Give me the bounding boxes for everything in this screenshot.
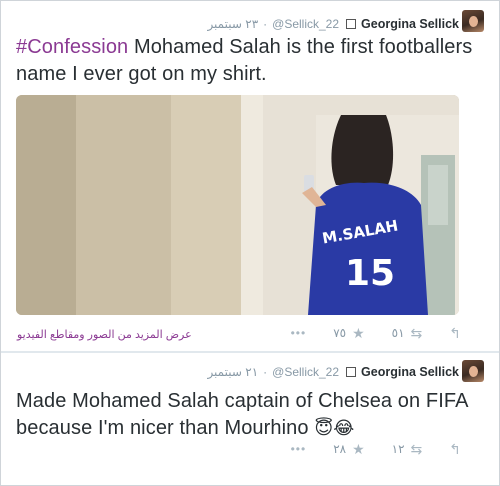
tweet-header: ٢١ سبتمبر · @Sellick_22 Georgina Sellick — [207, 365, 459, 379]
tweet-header: ٢٣ سبتمبر · @Sellick_22 Georgina Sellick — [207, 17, 459, 31]
favorite-count: ٢٨ — [333, 442, 347, 456]
retweet-icon: ⇆ — [410, 325, 423, 341]
favorite-button[interactable]: ٧٥ ★ — [333, 326, 364, 340]
separator-dot: · — [263, 365, 268, 379]
halo-emoji: 😇 — [314, 418, 334, 438]
author-handle[interactable]: @Sellick_22 — [272, 365, 339, 379]
hashtag-link[interactable]: #Confession — [16, 36, 128, 58]
separator-dot: · — [263, 17, 268, 31]
retweet-button[interactable]: ٥١ ⇆ — [392, 326, 423, 340]
reply-icon: ↰ — [449, 325, 461, 341]
more-icon[interactable]: ••• — [291, 326, 307, 340]
tweet-actions: ••• ٧٥ ★ ٥١ ⇆ ↰ — [291, 326, 461, 340]
timeline-frame: ٢٣ سبتمبر · @Sellick_22 Georgina Sellick… — [0, 0, 500, 486]
tweet-text: Made Mohamed Salah captain of Chelsea on… — [16, 388, 475, 442]
reply-button[interactable]: ↰ — [449, 442, 461, 456]
retweet-count: ١٢ — [391, 442, 405, 456]
tweet[interactable]: ٢١ سبتمبر · @Sellick_22 Georgina Sellick… — [1, 353, 499, 485]
author-name[interactable]: Georgina Sellick — [361, 365, 459, 379]
star-icon: ★ — [352, 325, 365, 341]
tweet[interactable]: ٢٣ سبتمبر · @Sellick_22 Georgina Sellick… — [1, 1, 499, 351]
avatar[interactable] — [462, 10, 484, 32]
favorite-button[interactable]: ٢٨ ★ — [333, 442, 364, 456]
avatar[interactable] — [462, 360, 484, 382]
retweet-button[interactable]: ١٢ ⇆ — [392, 442, 423, 456]
author-handle[interactable]: @Sellick_22 — [272, 17, 339, 31]
author-name[interactable]: Georgina Sellick — [361, 17, 459, 31]
retweet-icon: ⇆ — [410, 441, 423, 457]
tweet-date[interactable]: ٢٣ سبتمبر — [207, 17, 258, 31]
shirt-number: 15 — [345, 253, 395, 294]
star-icon: ★ — [352, 441, 365, 457]
tweet-text: #Confession Mohamed Salah is the first f… — [16, 34, 475, 88]
tweet-date[interactable]: ٢١ سبتمبر — [207, 365, 258, 379]
reply-icon: ↰ — [449, 441, 461, 457]
favorite-count: ٧٥ — [333, 326, 347, 340]
reply-button[interactable]: ↰ — [449, 326, 461, 340]
retweet-count: ٥١ — [391, 326, 405, 340]
more-icon[interactable]: ••• — [291, 442, 307, 456]
checkbox-glyph — [346, 367, 357, 377]
view-more-media-link[interactable]: عرض المزيد من الصور ومقاطع الفيديو — [17, 328, 192, 341]
tweet-body: Made Mohamed Salah captain of Chelsea on… — [16, 390, 468, 439]
selfie-photo-illustration: M.SALAH 15 — [16, 95, 459, 315]
laughing-emoji: 😂 — [333, 418, 355, 438]
tweet-photo[interactable]: M.SALAH 15 — [16, 95, 459, 315]
tweet-actions: ••• ٢٨ ★ ١٢ ⇆ ↰ — [291, 442, 461, 456]
checkbox-glyph — [346, 19, 357, 29]
